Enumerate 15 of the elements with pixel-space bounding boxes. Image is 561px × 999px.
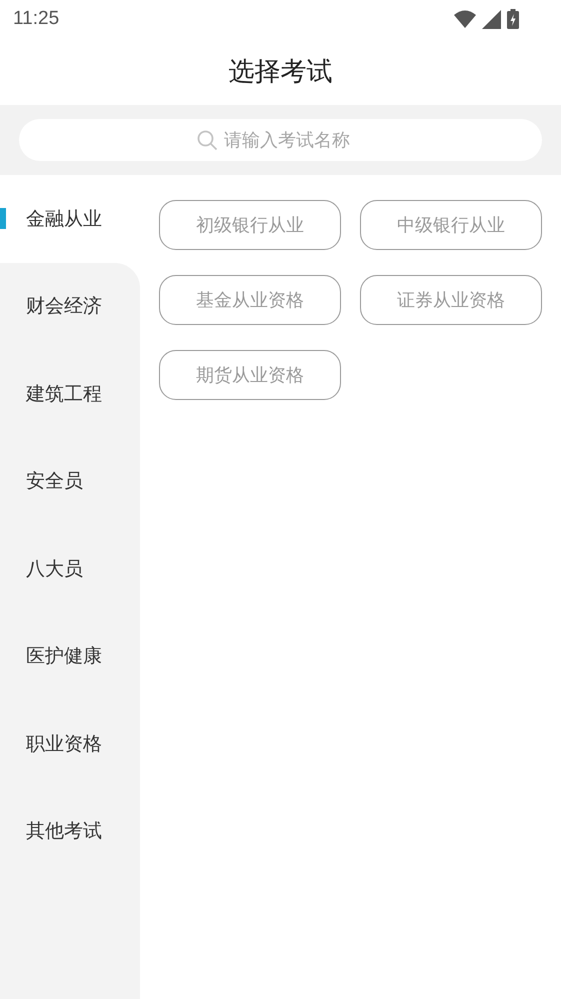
- category-item[interactable]: 建筑工程: [0, 350, 140, 438]
- page-title: 选择考试: [228, 56, 332, 89]
- status-time: 11:25: [13, 8, 60, 30]
- category-item[interactable]: 财会经济: [0, 262, 140, 350]
- category-item[interactable]: 其他考试: [0, 788, 140, 875]
- search-field[interactable]: 请输入考试名称: [224, 130, 364, 150]
- category-item[interactable]: 安全员: [0, 438, 140, 525]
- category-item[interactable]: 八大员: [0, 525, 140, 612]
- wifi-icon: [454, 10, 476, 28]
- search-icon: [197, 130, 218, 150]
- category-item[interactable]: 职业资格: [0, 700, 140, 788]
- battery-icon: [507, 9, 519, 29]
- selection-indicator: [0, 208, 6, 229]
- category-item[interactable]: 医护健康: [0, 612, 140, 700]
- signal-icon: [482, 10, 501, 28]
